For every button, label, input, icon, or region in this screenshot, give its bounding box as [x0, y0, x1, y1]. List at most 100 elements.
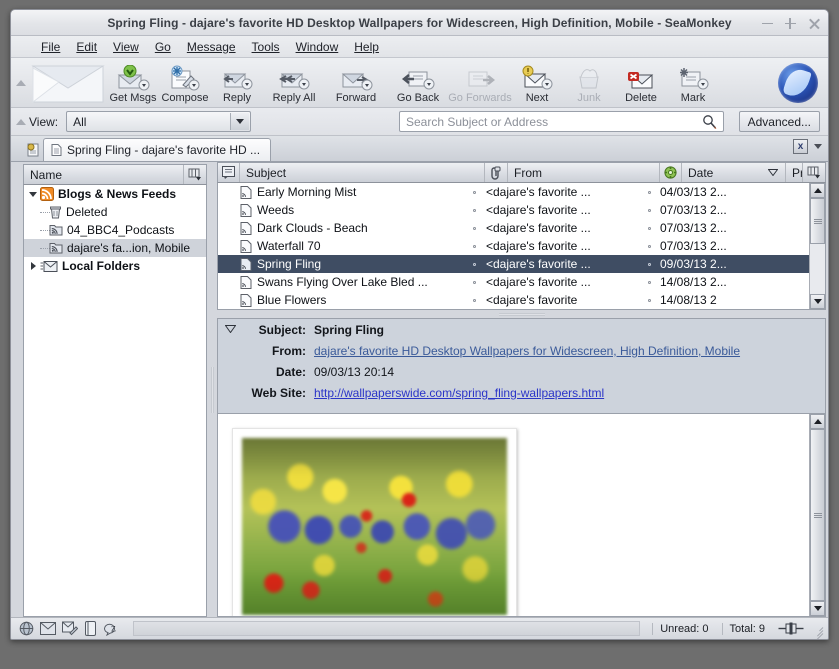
folder-item-local-folders[interactable]: Local Folders	[24, 257, 206, 275]
menu-message-label: Message	[186, 39, 236, 54]
message-body-scrollbar[interactable]	[809, 414, 825, 616]
twisty-closed-icon[interactable]	[26, 262, 40, 270]
main-toolbar: Get Msgs Compose Reply Reply All Forward…	[11, 58, 828, 108]
message-header-fields: Subject: Spring Fling From: dajare's fav…	[242, 323, 819, 407]
table-row[interactable]: Early Morning Mist <dajare's favorite ..…	[218, 183, 809, 201]
view-label: View:	[29, 114, 59, 129]
table-row[interactable]: Waterfall 70 <dajare's favorite ... 07/0…	[218, 237, 809, 255]
table-row[interactable]: Swans Flying Over Lake Bled ... <dajare'…	[218, 273, 809, 291]
folder-item-label: dajare's fa...ion, Mobile	[67, 241, 191, 255]
scroll-thumb[interactable]	[810, 198, 825, 245]
menu-tools[interactable]: Tools	[244, 38, 288, 56]
header-row-from: From: dajare's favorite HD Desktop Wallp…	[242, 344, 819, 365]
menu-message[interactable]: Message	[179, 38, 244, 56]
message-list-body[interactable]: Early Morning Mist <dajare's favorite ..…	[217, 183, 826, 310]
reply-all-button[interactable]: Reply All	[263, 57, 325, 107]
reply-button[interactable]: Reply	[211, 57, 263, 107]
feed-message-icon	[240, 203, 252, 217]
toolbar-grippy[interactable]	[15, 58, 27, 107]
advanced-search-label: Advanced...	[747, 114, 811, 129]
scroll-up-button[interactable]	[810, 183, 825, 198]
folder-item-04-bbc4-podcasts[interactable]: 04_BBC4_Podcasts	[24, 221, 206, 239]
thread-column-icon	[222, 166, 235, 179]
mail-icon[interactable]	[40, 622, 56, 635]
maximize-button[interactable]	[784, 17, 797, 30]
website-value-link[interactable]: http://wallpaperswide.com/spring_fling-w…	[314, 386, 604, 400]
folder-item-dajares-favorite[interactable]: dajare's fa...ion, Mobile	[24, 239, 206, 257]
delete-button[interactable]: Delete	[615, 57, 667, 107]
message-list-scrollbar[interactable]	[809, 183, 825, 309]
wallpaper-photo-frame[interactable]	[232, 428, 517, 616]
scroll-track[interactable]	[810, 198, 825, 294]
folder-tree[interactable]: Blogs & News Feeds Deleted 04_BBC4_Podca…	[23, 185, 207, 617]
folder-column-picker[interactable]	[184, 165, 206, 184]
chatzilla-icon[interactable]: Z	[103, 622, 121, 636]
folder-item-blogs-news-feeds[interactable]: Blogs & News Feeds	[24, 185, 206, 203]
reply-label: Reply	[222, 92, 252, 104]
folder-column-name[interactable]: Name	[24, 165, 184, 184]
search-input[interactable]: Search Subject or Address	[399, 111, 724, 132]
folder-pane-splitter[interactable]	[207, 162, 217, 617]
minimize-button[interactable]	[761, 17, 774, 30]
scroll-thumb[interactable]	[810, 429, 825, 601]
close-button[interactable]	[807, 17, 820, 30]
tab-list-chevron-down-icon[interactable]	[814, 144, 822, 149]
forward-button[interactable]: Forward	[325, 57, 387, 107]
feed-icon	[40, 187, 54, 201]
seamonkey-logo-icon[interactable]	[778, 62, 818, 103]
twisty-open-icon[interactable]	[26, 191, 40, 197]
column-date[interactable]: Date	[682, 163, 786, 182]
compose-label: Compose	[161, 92, 209, 104]
advanced-search-button[interactable]: Advanced...	[738, 111, 820, 132]
compose-button[interactable]: Compose	[159, 57, 211, 107]
column-from[interactable]: From	[508, 163, 660, 182]
menu-help[interactable]: Help	[346, 38, 387, 56]
all-tabs-icon[interactable]	[23, 139, 43, 161]
table-row[interactable]: Weeds <dajare's favorite ... 07/03/13 2.…	[218, 201, 809, 219]
scroll-down-button[interactable]	[810, 601, 825, 616]
search-icon	[702, 114, 717, 129]
desktop-background: Spring Fling - dajare's favorite HD Desk…	[0, 0, 839, 669]
resize-grip[interactable]	[810, 622, 824, 639]
menu-file[interactable]: File	[33, 38, 68, 56]
column-attachment[interactable]	[485, 163, 508, 182]
collapse-header-icon[interactable]	[222, 323, 238, 407]
searchbar-grippy[interactable]	[15, 108, 27, 135]
menu-go[interactable]: Go	[147, 38, 179, 56]
message-date-cell: 14/08/13 2	[660, 293, 717, 307]
header-row-subject: Subject: Spring Fling	[242, 323, 819, 344]
mark-button[interactable]: Mark	[667, 57, 719, 107]
scroll-up-button[interactable]	[810, 414, 825, 429]
get-messages-button[interactable]: Get Msgs	[107, 57, 159, 107]
tab-spring-fling[interactable]: Spring Fling - dajare's favorite HD ...	[43, 138, 272, 161]
table-row[interactable]: Blue Flowers <dajare's favorite 14/08/13…	[218, 291, 809, 309]
column-thread[interactable]	[218, 163, 240, 182]
column-subject[interactable]: Subject	[240, 163, 485, 182]
view-select-value: All	[73, 114, 87, 129]
addressbook-icon[interactable]	[84, 621, 97, 636]
column-priority[interactable]: Priority	[786, 163, 803, 182]
message-column-picker[interactable]	[803, 163, 825, 182]
svg-text:Z: Z	[111, 624, 116, 633]
column-priority-label: Priority	[792, 165, 803, 180]
menu-view[interactable]: View	[105, 38, 147, 56]
next-button[interactable]: Next	[511, 57, 563, 107]
message-subject-label: Blue Flowers	[257, 293, 327, 307]
view-select[interactable]: All	[66, 111, 252, 132]
composer-icon[interactable]	[62, 621, 78, 636]
menu-window[interactable]: Window	[288, 38, 347, 56]
close-tab-button[interactable]: x	[793, 139, 808, 154]
from-value-link[interactable]: dajare's favorite HD Desktop Wallpapers …	[314, 344, 740, 358]
message-from-cell: <dajare's favorite ...	[486, 203, 591, 217]
table-row[interactable]: Dark Clouds - Beach <dajare's favorite .…	[218, 219, 809, 237]
message-pane-splitter[interactable]	[217, 310, 826, 318]
message-date-cell: 04/03/13 2...	[660, 185, 727, 199]
scroll-down-button[interactable]	[810, 294, 825, 309]
go-back-button[interactable]: Go Back	[387, 57, 449, 107]
globe-icon[interactable]	[19, 621, 34, 636]
folder-item-deleted[interactable]: Deleted	[24, 203, 206, 221]
column-junk[interactable]	[660, 163, 682, 182]
table-row[interactable]: Spring Fling <dajare's favorite ... 09/0…	[218, 255, 809, 273]
scroll-track[interactable]	[810, 429, 825, 601]
menu-edit[interactable]: Edit	[68, 38, 105, 56]
